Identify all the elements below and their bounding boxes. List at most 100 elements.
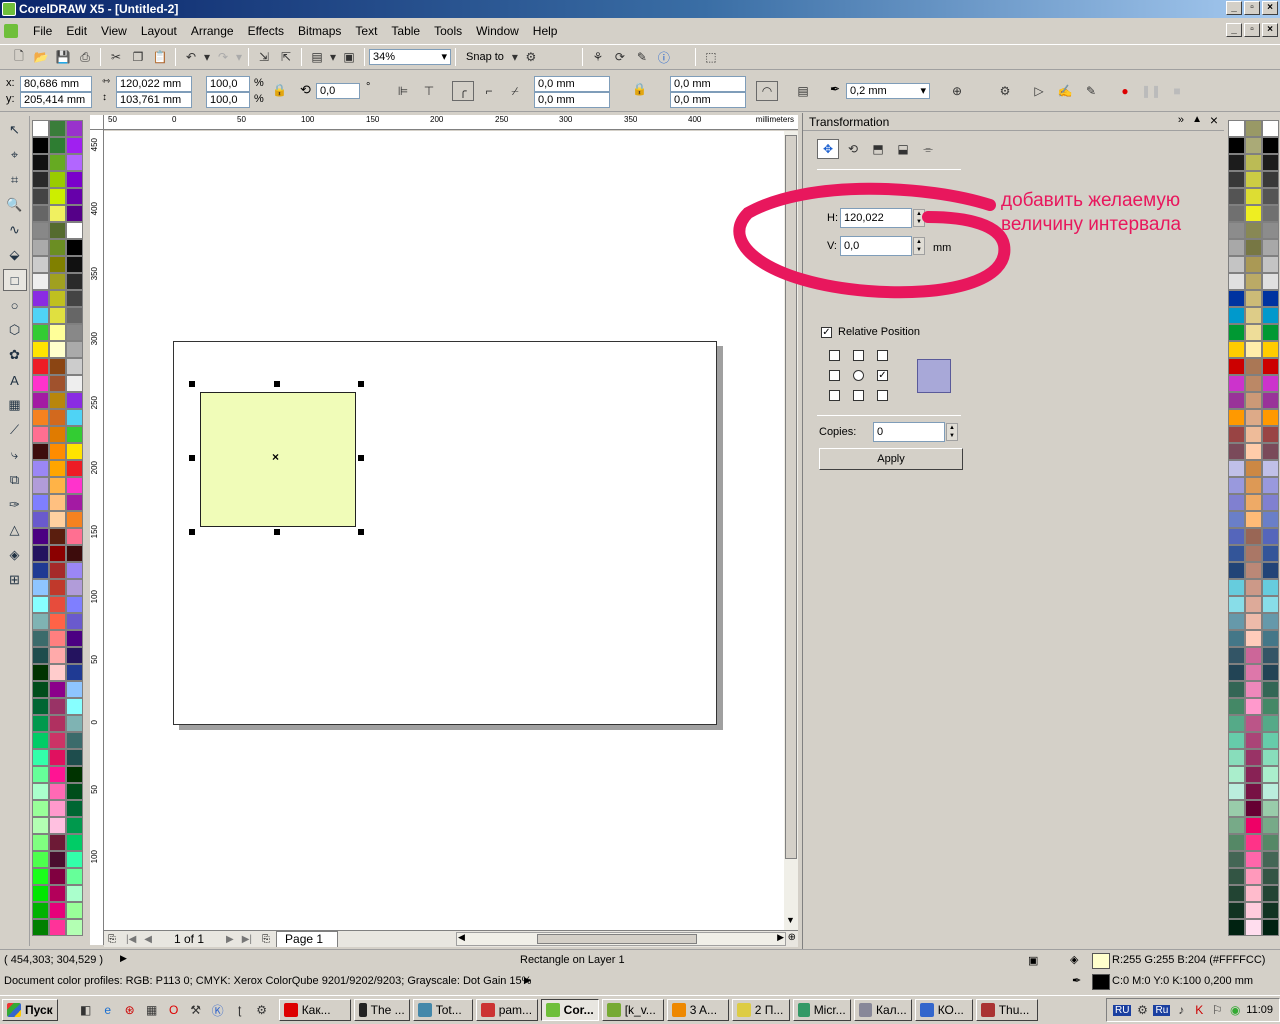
color-swatch[interactable] (66, 834, 83, 851)
color-swatch[interactable] (49, 120, 66, 137)
color-swatch[interactable] (1245, 817, 1262, 834)
color-swatch[interactable] (66, 681, 83, 698)
color-swatch[interactable] (1228, 868, 1245, 885)
snap-to-chevron-icon[interactable]: ▾ (510, 47, 520, 67)
color-swatch[interactable] (32, 596, 49, 613)
color-swatch[interactable] (1228, 239, 1245, 256)
doc-restore-button[interactable]: ▫ (1244, 23, 1260, 37)
color-swatch[interactable] (1228, 664, 1245, 681)
color-swatch[interactable] (1262, 256, 1279, 273)
import-icon[interactable]: ⇲ (253, 47, 275, 67)
color-swatch[interactable] (1245, 851, 1262, 868)
selection-handle-bottom-right[interactable] (358, 529, 364, 535)
dimension-tool-icon[interactable]: ⟋ (3, 419, 27, 441)
shape-tool-icon[interactable]: ⌖ (3, 144, 27, 166)
color-swatch[interactable] (66, 885, 83, 902)
quicklaunch-other-icon[interactable]: ⚙ (251, 1000, 273, 1020)
color-swatch[interactable] (1228, 494, 1245, 511)
chamfered-corner-icon[interactable]: ⌿ (504, 81, 526, 101)
language-indicator[interactable]: RU (1113, 1004, 1132, 1016)
menu-window[interactable]: Window (469, 24, 526, 38)
color-swatch[interactable] (1262, 715, 1279, 732)
color-swatch[interactable] (1262, 392, 1279, 409)
color-swatch[interactable] (1245, 511, 1262, 528)
color-swatch[interactable] (66, 256, 83, 273)
previous-page-icon[interactable]: ◀ (144, 934, 152, 945)
color-swatch[interactable] (1262, 171, 1279, 188)
color-swatch[interactable] (1245, 919, 1262, 936)
color-swatch[interactable] (66, 409, 83, 426)
color-swatch[interactable] (49, 358, 66, 375)
color-swatch[interactable] (1245, 494, 1262, 511)
color-swatch[interactable] (1245, 834, 1262, 851)
color-swatch[interactable] (32, 545, 49, 562)
selection-handle-top-left[interactable] (189, 381, 195, 387)
color-swatch[interactable] (49, 477, 66, 494)
quicklaunch-media-icon[interactable]: ▦ (141, 1000, 163, 1020)
doc-close-button[interactable]: × (1262, 23, 1278, 37)
color-swatch[interactable] (66, 324, 83, 341)
color-swatch[interactable] (1245, 562, 1262, 579)
color-swatch[interactable] (1245, 766, 1262, 783)
tray-network-icon[interactable]: ⚙ (1135, 1000, 1149, 1020)
paste-icon[interactable]: 📋 (149, 47, 171, 67)
color-swatch[interactable] (1228, 885, 1245, 902)
corel-online-icon[interactable]: ✎ (631, 47, 653, 67)
redo-dropdown-icon[interactable]: ▾ (234, 47, 244, 67)
color-swatch[interactable] (49, 256, 66, 273)
color-swatch[interactable] (1262, 732, 1279, 749)
menu-view[interactable]: View (94, 24, 134, 38)
color-swatch[interactable] (32, 443, 49, 460)
color-swatch[interactable] (1262, 137, 1279, 154)
color-swatch[interactable] (1245, 290, 1262, 307)
color-swatch[interactable] (1245, 307, 1262, 324)
corner-radius-bottom-right[interactable]: 0,0 mm (670, 92, 746, 108)
color-swatch[interactable] (1228, 919, 1245, 936)
quicklaunch-tc-icon[interactable]: ʈ (229, 1000, 251, 1020)
color-swatch[interactable] (32, 392, 49, 409)
color-swatch[interactable] (32, 290, 49, 307)
color-swatch[interactable] (1262, 239, 1279, 256)
color-profiles-info[interactable]: Document color profiles: RGB: P113 0; CM… (4, 975, 531, 987)
color-swatch[interactable] (1228, 596, 1245, 613)
color-swatch[interactable] (1262, 426, 1279, 443)
outline-tool-icon[interactable]: △ (3, 519, 27, 541)
color-swatch[interactable] (66, 715, 83, 732)
color-swatch[interactable] (1228, 851, 1245, 868)
scale-mirror-tab-icon[interactable]: ⬒ (867, 139, 889, 159)
color-swatch[interactable] (66, 477, 83, 494)
color-swatch[interactable] (1262, 545, 1279, 562)
pick-tool-icon[interactable]: ↖ (3, 119, 27, 141)
color-swatch[interactable] (66, 749, 83, 766)
color-swatch[interactable] (32, 137, 49, 154)
tray-app-icon[interactable]: ⚐ (1210, 1000, 1224, 1020)
color-swatch[interactable] (32, 256, 49, 273)
color-swatch[interactable] (49, 664, 66, 681)
color-swatch[interactable] (1262, 494, 1279, 511)
color-swatch[interactable] (49, 273, 66, 290)
color-swatch[interactable] (32, 783, 49, 800)
color-swatch[interactable] (1228, 511, 1245, 528)
corel-connect-icon[interactable]: ⚘ (587, 47, 609, 67)
color-swatch[interactable] (1262, 409, 1279, 426)
color-swatch[interactable] (1262, 154, 1279, 171)
color-swatch[interactable] (1228, 120, 1245, 137)
color-swatch[interactable] (1245, 800, 1262, 817)
scroll-left-arrow-icon[interactable]: ◀ (458, 932, 465, 943)
color-swatch[interactable] (32, 579, 49, 596)
color-swatch[interactable] (49, 851, 66, 868)
color-swatch[interactable] (49, 171, 66, 188)
color-swatch[interactable] (66, 664, 83, 681)
color-swatch[interactable] (32, 188, 49, 205)
color-swatch[interactable] (1245, 392, 1262, 409)
export-icon[interactable]: ⇱ (275, 47, 297, 67)
color-swatch[interactable] (66, 919, 83, 936)
color-swatch[interactable] (32, 307, 49, 324)
crop-tool-icon[interactable]: ⌗ (3, 169, 27, 191)
color-swatch[interactable] (66, 358, 83, 375)
page-tab-page-1[interactable]: Page 1 (276, 931, 339, 947)
apply-button[interactable]: Apply (819, 448, 963, 470)
horizontal-scrollbar[interactable]: ◀ ▶ (456, 932, 786, 946)
drawing-canvas[interactable]: × (104, 131, 784, 931)
coreldraw-app-icon[interactable] (2, 2, 16, 16)
